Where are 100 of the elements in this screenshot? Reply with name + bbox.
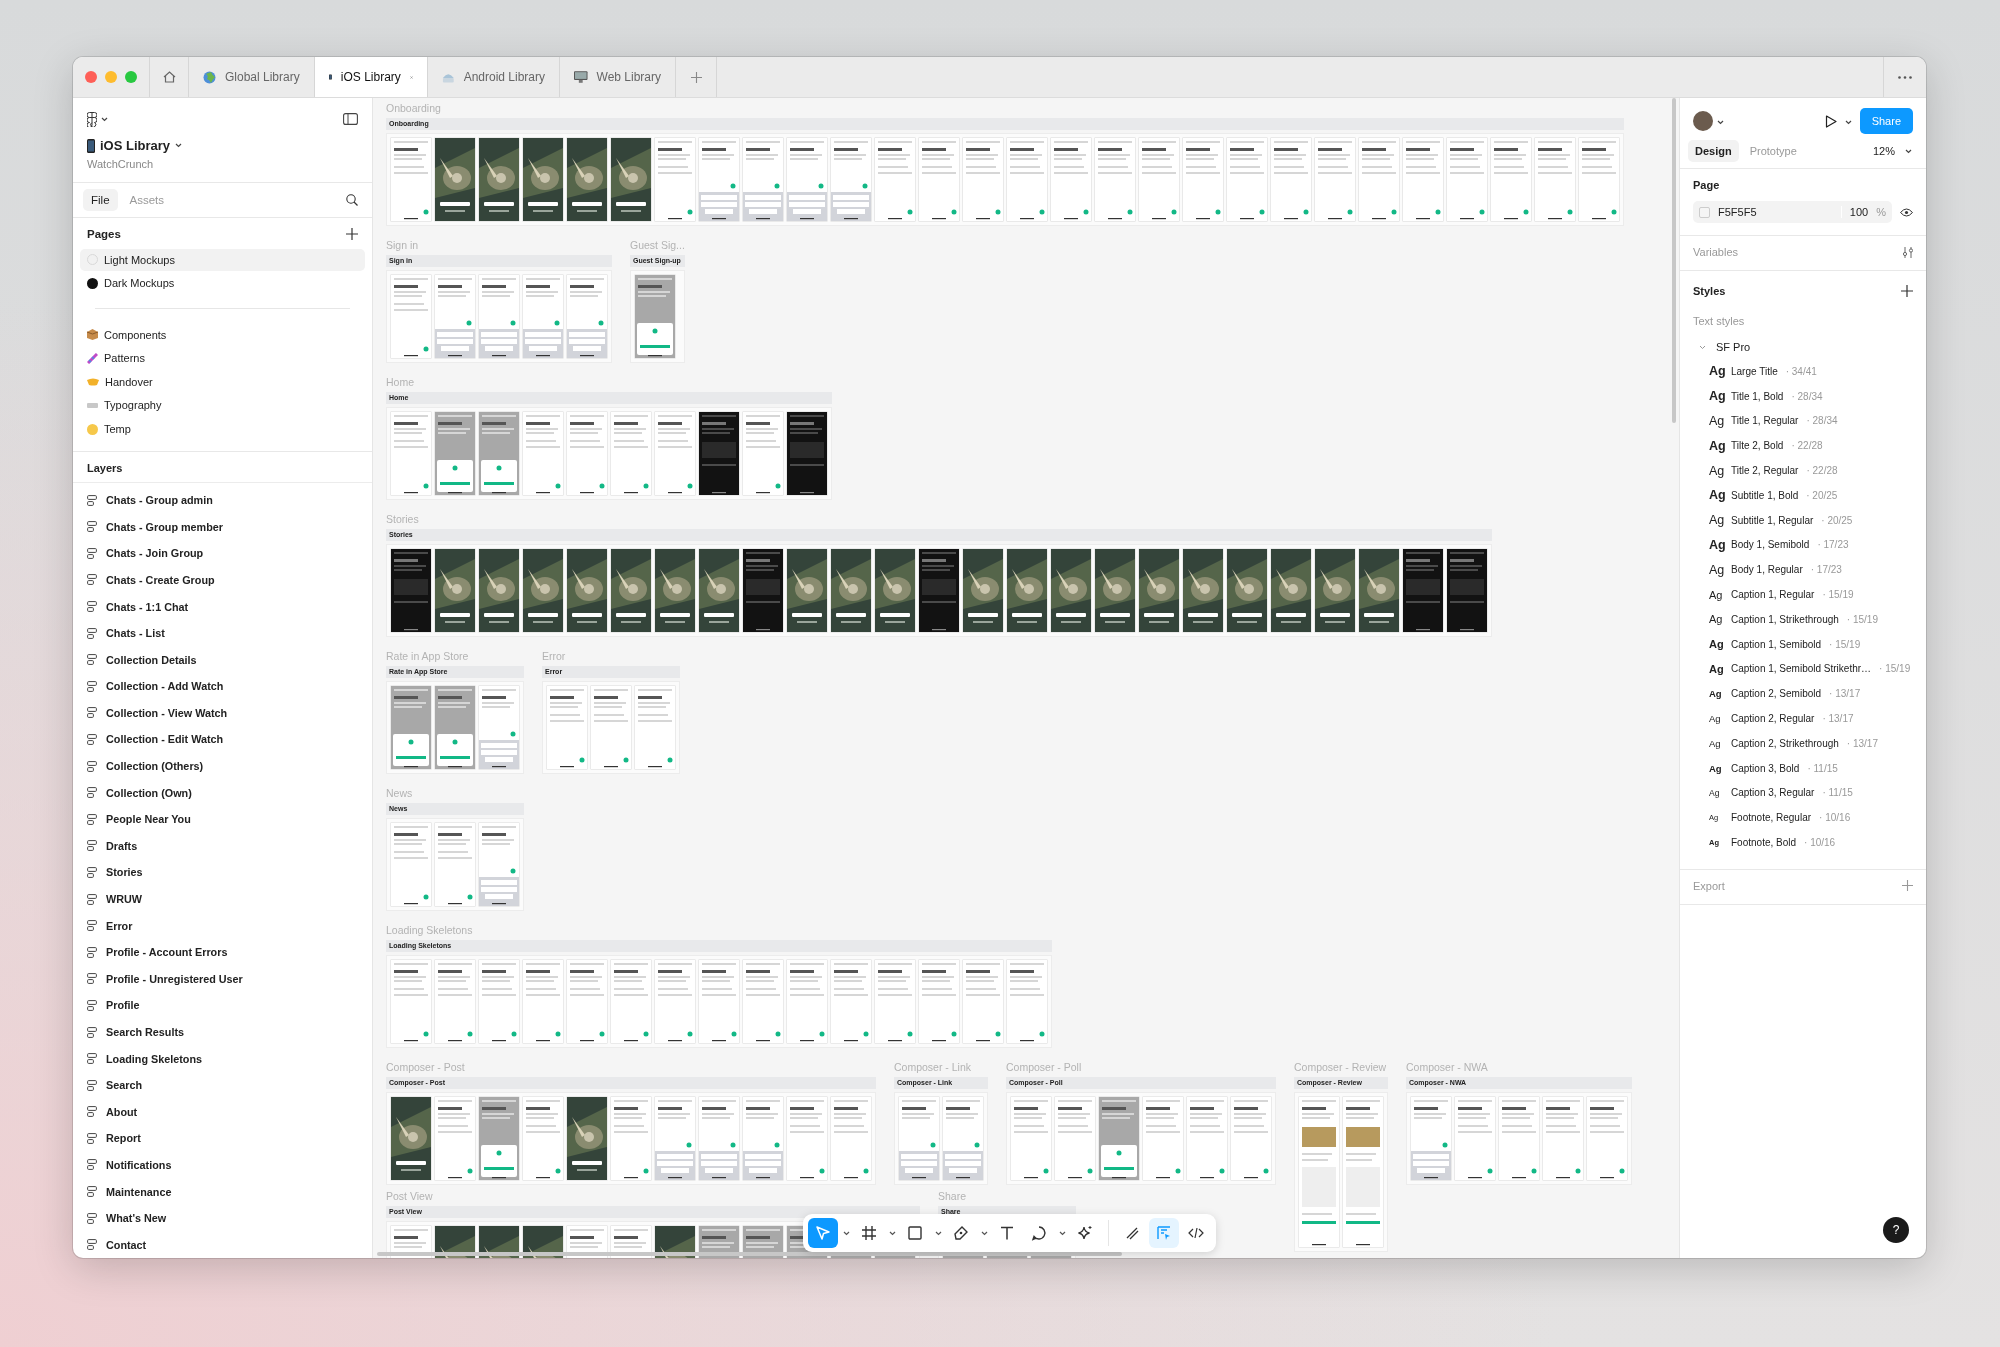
- layer-item[interactable]: Collection (Own): [73, 779, 372, 806]
- layer-item[interactable]: Collection - Edit Watch: [73, 726, 372, 753]
- layer-item[interactable]: Chats - Create Group: [73, 566, 372, 594]
- text-style-item[interactable]: Ag Body 1, Semibold · 17/23: [1693, 532, 1913, 558]
- chevron-icon[interactable]: [1699, 344, 1706, 350]
- layer-item[interactable]: Loading Skeletons: [73, 1045, 372, 1072]
- section-label: Sign in: [386, 239, 420, 252]
- layer-item[interactable]: Contact: [73, 1231, 372, 1258]
- caret-icon[interactable]: [1844, 120, 1852, 125]
- layer-item[interactable]: WRUW: [73, 885, 372, 913]
- page-item[interactable]: Typography: [80, 394, 365, 417]
- home-icon[interactable]: [162, 71, 176, 83]
- scrollbar[interactable]: [1672, 98, 1676, 423]
- play-icon[interactable]: [1824, 114, 1837, 128]
- caret-icon[interactable]: [1905, 148, 1912, 154]
- text-tool-icon: [999, 1225, 1015, 1241]
- page-item[interactable]: Components: [80, 324, 365, 346]
- frame-layout-icon: [87, 521, 97, 533]
- text-style-item[interactable]: Ag Caption 3, Bold · 11/15: [1693, 755, 1913, 781]
- inspector-tab[interactable]: Design: [1688, 140, 1739, 162]
- caret-icon[interactable]: [980, 1230, 988, 1236]
- page-item[interactable]: Handover: [80, 371, 365, 393]
- document-tab[interactable]: iOS Library: [315, 57, 428, 97]
- more-icon[interactable]: [1898, 75, 1912, 79]
- document-tab[interactable]: Web Library: [560, 57, 676, 97]
- text-style-item[interactable]: Ag Body 1, Regular · 17/23: [1693, 557, 1913, 583]
- text-style-item[interactable]: Ag Title 2, Regular · 22/28: [1693, 458, 1913, 483]
- layer-item[interactable]: About: [73, 1098, 372, 1126]
- layer-item[interactable]: Search: [73, 1071, 372, 1099]
- text-style-item[interactable]: Ag Subtitle 1, Regular · 20/25: [1693, 507, 1913, 533]
- layer-item[interactable]: Error: [73, 912, 372, 939]
- layer-item[interactable]: Collection (Others): [73, 752, 372, 780]
- plus-icon[interactable]: [690, 71, 702, 83]
- page-item[interactable]: Temp: [80, 418, 365, 440]
- plus-icon[interactable]: [346, 228, 358, 240]
- eye-icon[interactable]: [1900, 207, 1913, 217]
- layer-item[interactable]: Notifications: [73, 1151, 372, 1179]
- caret-icon[interactable]: [842, 1230, 850, 1236]
- layer-item[interactable]: Chats - Join Group: [73, 540, 372, 567]
- caret-icon[interactable]: [934, 1230, 942, 1236]
- layer-item[interactable]: Stories: [73, 859, 372, 886]
- layer-item[interactable]: Chats - Group admin: [73, 486, 372, 514]
- section-label: News: [386, 787, 414, 800]
- text-style-item[interactable]: Ag Caption 1, Semibold · 15/19: [1693, 631, 1913, 657]
- section-label: Composer - Post: [386, 1061, 466, 1074]
- layer-item[interactable]: Maintenance: [73, 1178, 372, 1205]
- layer-item[interactable]: People Near You: [73, 805, 372, 833]
- layer-item[interactable]: Search Results: [73, 1018, 372, 1046]
- page-color-field[interactable]: F5F5F5 100 %: [1693, 201, 1892, 223]
- caret-icon[interactable]: [175, 143, 183, 148]
- layer-item[interactable]: Profile: [73, 992, 372, 1019]
- document-tab[interactable]: Android Library: [428, 57, 560, 97]
- layer-item[interactable]: Drafts: [73, 832, 372, 860]
- panel-tab[interactable]: File: [83, 189, 118, 211]
- layer-item[interactable]: Profile - Unregistered User: [73, 965, 372, 993]
- text-style-item[interactable]: Ag Caption 3, Regular · 11/15: [1693, 780, 1913, 806]
- scrollbar[interactable]: [377, 1252, 1122, 1256]
- frame-tool-icon: [861, 1225, 877, 1241]
- figma-logo-icon[interactable]: [87, 111, 97, 127]
- close-window-button[interactable]: [85, 71, 97, 83]
- text-style-item[interactable]: Ag Caption 1, Semibold Strikethr… · 15/19: [1693, 656, 1913, 682]
- layer-item[interactable]: Report: [73, 1125, 372, 1152]
- caret-icon[interactable]: [1058, 1230, 1066, 1236]
- layer-item[interactable]: Profile - Account Errors: [73, 938, 372, 966]
- sliders-icon[interactable]: [1903, 246, 1913, 258]
- text-style-item[interactable]: Ag Caption 1, Regular · 15/19: [1693, 582, 1913, 607]
- plus-icon[interactable]: [1901, 285, 1913, 297]
- layer-item[interactable]: Chats - Group member: [73, 513, 372, 540]
- text-style-item[interactable]: Ag Caption 2, Semibold · 13/17: [1693, 681, 1913, 707]
- page-item[interactable]: Patterns: [80, 347, 365, 370]
- plus-icon[interactable]: [1902, 880, 1913, 892]
- file-title[interactable]: iOS Library: [100, 138, 171, 153]
- layer-item[interactable]: Collection Details: [73, 646, 372, 673]
- avatar[interactable]: [1693, 111, 1713, 131]
- help-button[interactable]: ?: [1883, 1217, 1909, 1243]
- text-style-item[interactable]: Ag Caption 2, Regular · 13/17: [1693, 706, 1913, 731]
- page-item[interactable]: Light Mockups: [80, 249, 365, 271]
- text-style-item[interactable]: Ag Caption 2, Strikethrough · 13/17: [1693, 730, 1913, 756]
- search-icon[interactable]: [346, 194, 358, 206]
- caret-icon[interactable]: [101, 116, 108, 122]
- text-style-item[interactable]: Ag Tilte 2, Bold · 22/28: [1693, 433, 1913, 459]
- layer-item[interactable]: What's New: [73, 1204, 372, 1232]
- sidebar-toggle-icon[interactable]: [343, 113, 358, 125]
- text-style-item[interactable]: Ag Caption 1, Strikethrough · 15/19: [1693, 606, 1913, 632]
- section-label: Composer - Link: [894, 1061, 973, 1074]
- page-item[interactable]: Dark Mockups: [80, 272, 365, 295]
- text-style-item[interactable]: Ag Large Title · 34/41: [1693, 359, 1913, 384]
- frame-layout-icon: [87, 1053, 97, 1065]
- text-style-item[interactable]: Ag Title 1, Regular · 28/34: [1693, 408, 1913, 434]
- layer-item[interactable]: Collection - Add Watch: [73, 673, 372, 700]
- caret-icon[interactable]: [888, 1230, 896, 1236]
- layer-item[interactable]: Chats - List: [73, 619, 372, 647]
- layer-item[interactable]: Collection - View Watch: [73, 699, 372, 727]
- font-group-name[interactable]: SF Pro: [1716, 341, 1751, 353]
- zoom-level[interactable]: 12%: [1872, 145, 1895, 157]
- team-name: WatchCrunch: [87, 158, 155, 170]
- layer-item[interactable]: Chats - 1:1 Chat: [73, 593, 372, 620]
- text-style-item[interactable]: Ag Title 1, Bold · 28/34: [1693, 383, 1913, 409]
- text-style-item[interactable]: Ag Subtitle 1, Bold · 20/25: [1693, 483, 1913, 508]
- caret-icon[interactable]: [1717, 120, 1724, 125]
